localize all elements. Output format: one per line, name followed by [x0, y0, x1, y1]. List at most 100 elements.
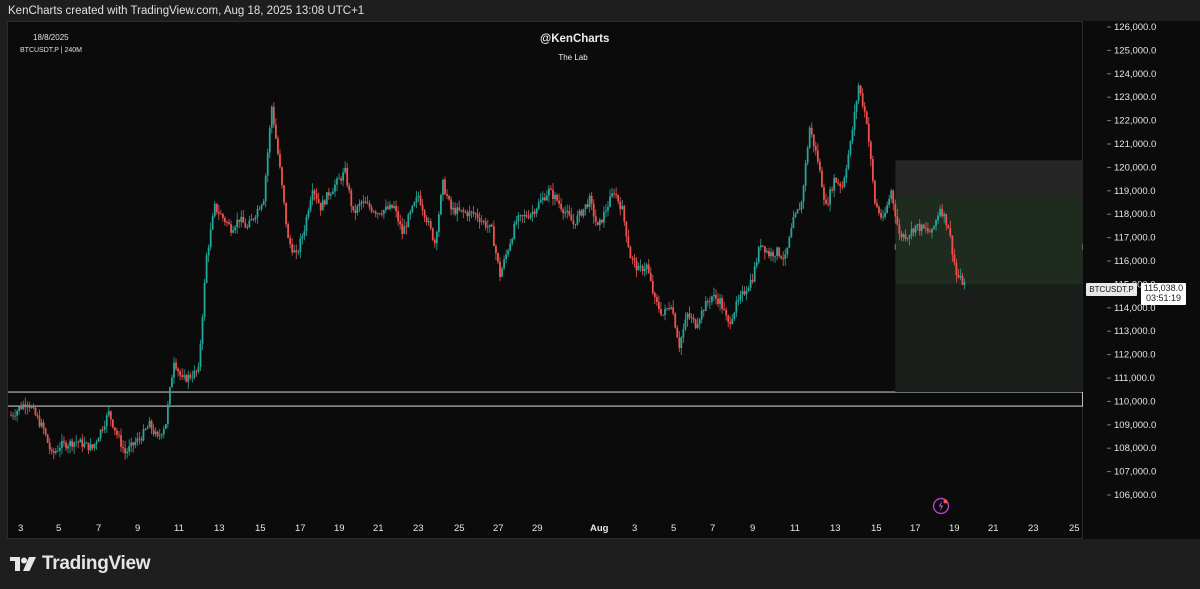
candle-body — [680, 337, 683, 349]
candle-body — [295, 250, 298, 253]
candle-body — [464, 211, 467, 213]
candle-body — [505, 254, 508, 260]
candle-body — [274, 124, 277, 139]
candle-body — [61, 441, 63, 448]
candle-body — [896, 216, 899, 225]
time-tick-label: 9 — [135, 523, 140, 534]
candle-body — [770, 252, 772, 257]
price-tick-label: 107,000.0 — [1114, 467, 1156, 478]
candle-body — [118, 434, 120, 436]
candle-body — [350, 190, 353, 206]
time-tick-label: 27 — [493, 523, 504, 534]
candle-body — [711, 296, 713, 302]
candle-body — [490, 224, 493, 227]
candle-body — [629, 246, 632, 259]
candle-body — [668, 308, 671, 309]
candle-body — [476, 213, 479, 219]
candle-body — [717, 298, 719, 304]
candle-body — [46, 434, 49, 443]
upper-zone[interactable] — [895, 160, 1083, 196]
candle-body — [515, 221, 518, 224]
candle-body — [370, 207, 373, 212]
candle-body — [572, 220, 575, 224]
candle-body — [122, 446, 124, 449]
candle-body — [452, 207, 455, 210]
time-tick-label: 15 — [255, 523, 266, 534]
candle-body — [342, 172, 345, 181]
candle-body — [346, 167, 349, 186]
candle-body — [156, 431, 159, 436]
chart-caption: KenCharts created with TradingView.com, … — [0, 0, 1200, 22]
candle-body — [354, 210, 357, 213]
candle-body — [321, 200, 324, 211]
candle-body — [835, 177, 838, 183]
candle-body — [134, 442, 137, 446]
candle-body — [228, 222, 230, 225]
candle-body — [664, 308, 666, 315]
target-zone[interactable] — [895, 195, 1083, 285]
candle-body — [462, 209, 465, 212]
candle-body — [806, 148, 809, 164]
price-tick-label: 111,000.0 — [1114, 373, 1155, 384]
tradingview-logo-icon — [10, 557, 36, 571]
tradingview-logo[interactable]: TradingView — [10, 553, 151, 575]
chart-pane[interactable] — [7, 21, 1084, 540]
candle-body — [97, 438, 100, 442]
candle-body — [446, 194, 448, 196]
candle-body — [774, 255, 776, 257]
lightning-icon[interactable] — [932, 497, 950, 520]
price-axis[interactable]: 126,000.0 125,000.0 124,000.0 123,000.0 122,… — [1083, 21, 1200, 539]
candle-body — [808, 127, 811, 149]
price-tick-label: 113,000.0 — [1114, 326, 1156, 337]
time-tick-label: 17 — [295, 523, 306, 534]
candlestick-chart[interactable] — [8, 22, 1084, 540]
candle-body — [763, 246, 766, 253]
candle-body — [743, 291, 746, 295]
candle-body — [289, 237, 292, 245]
candle-body — [32, 406, 35, 408]
candle-body — [482, 221, 485, 222]
candle-body — [201, 316, 204, 344]
candle-body — [816, 150, 819, 162]
candle-body — [152, 429, 155, 435]
candle-body — [425, 217, 428, 223]
candle-body — [812, 134, 815, 147]
candle-body — [525, 214, 528, 217]
candle-body — [959, 275, 962, 278]
candle-body — [533, 211, 536, 214]
candle-body — [18, 407, 21, 411]
candle-body — [287, 224, 289, 238]
candle-body — [600, 219, 603, 223]
candle-body — [745, 291, 748, 295]
candle-body — [130, 442, 133, 447]
candle-body — [433, 239, 436, 244]
candle-body — [519, 215, 522, 216]
candle-body — [468, 211, 471, 217]
candle-body — [814, 146, 817, 151]
lower-zone[interactable] — [895, 284, 1083, 393]
candle-body — [560, 203, 563, 210]
candle-body — [319, 202, 322, 211]
subtitle-watermark: The Lab — [558, 53, 588, 62]
candle-body — [146, 427, 149, 430]
candle-body — [617, 195, 620, 202]
candle-body — [874, 180, 876, 204]
candle-body — [103, 426, 106, 430]
candle-body — [148, 420, 151, 428]
time-tick-label: 11 — [790, 523, 800, 534]
candle-body — [205, 255, 208, 283]
time-tick-label: 25 — [1069, 523, 1080, 534]
candle-body — [861, 93, 864, 107]
time-axis[interactable]: 3 5 7 9 11 13 15 17 19 21 23 25 27 29 Aug 3 5 7 9 11 13 15 17 1… — [7, 517, 1083, 539]
candle-body — [653, 293, 656, 298]
time-tick-label: 7 — [96, 523, 101, 534]
candle-body — [166, 404, 169, 424]
candle-body — [460, 209, 463, 211]
candle-body — [635, 260, 638, 271]
candle-body — [266, 152, 269, 176]
candle-body — [894, 203, 897, 217]
candle-body — [417, 195, 420, 198]
candle-body — [605, 210, 607, 212]
candle-body — [87, 442, 90, 451]
candle-body — [566, 210, 569, 213]
